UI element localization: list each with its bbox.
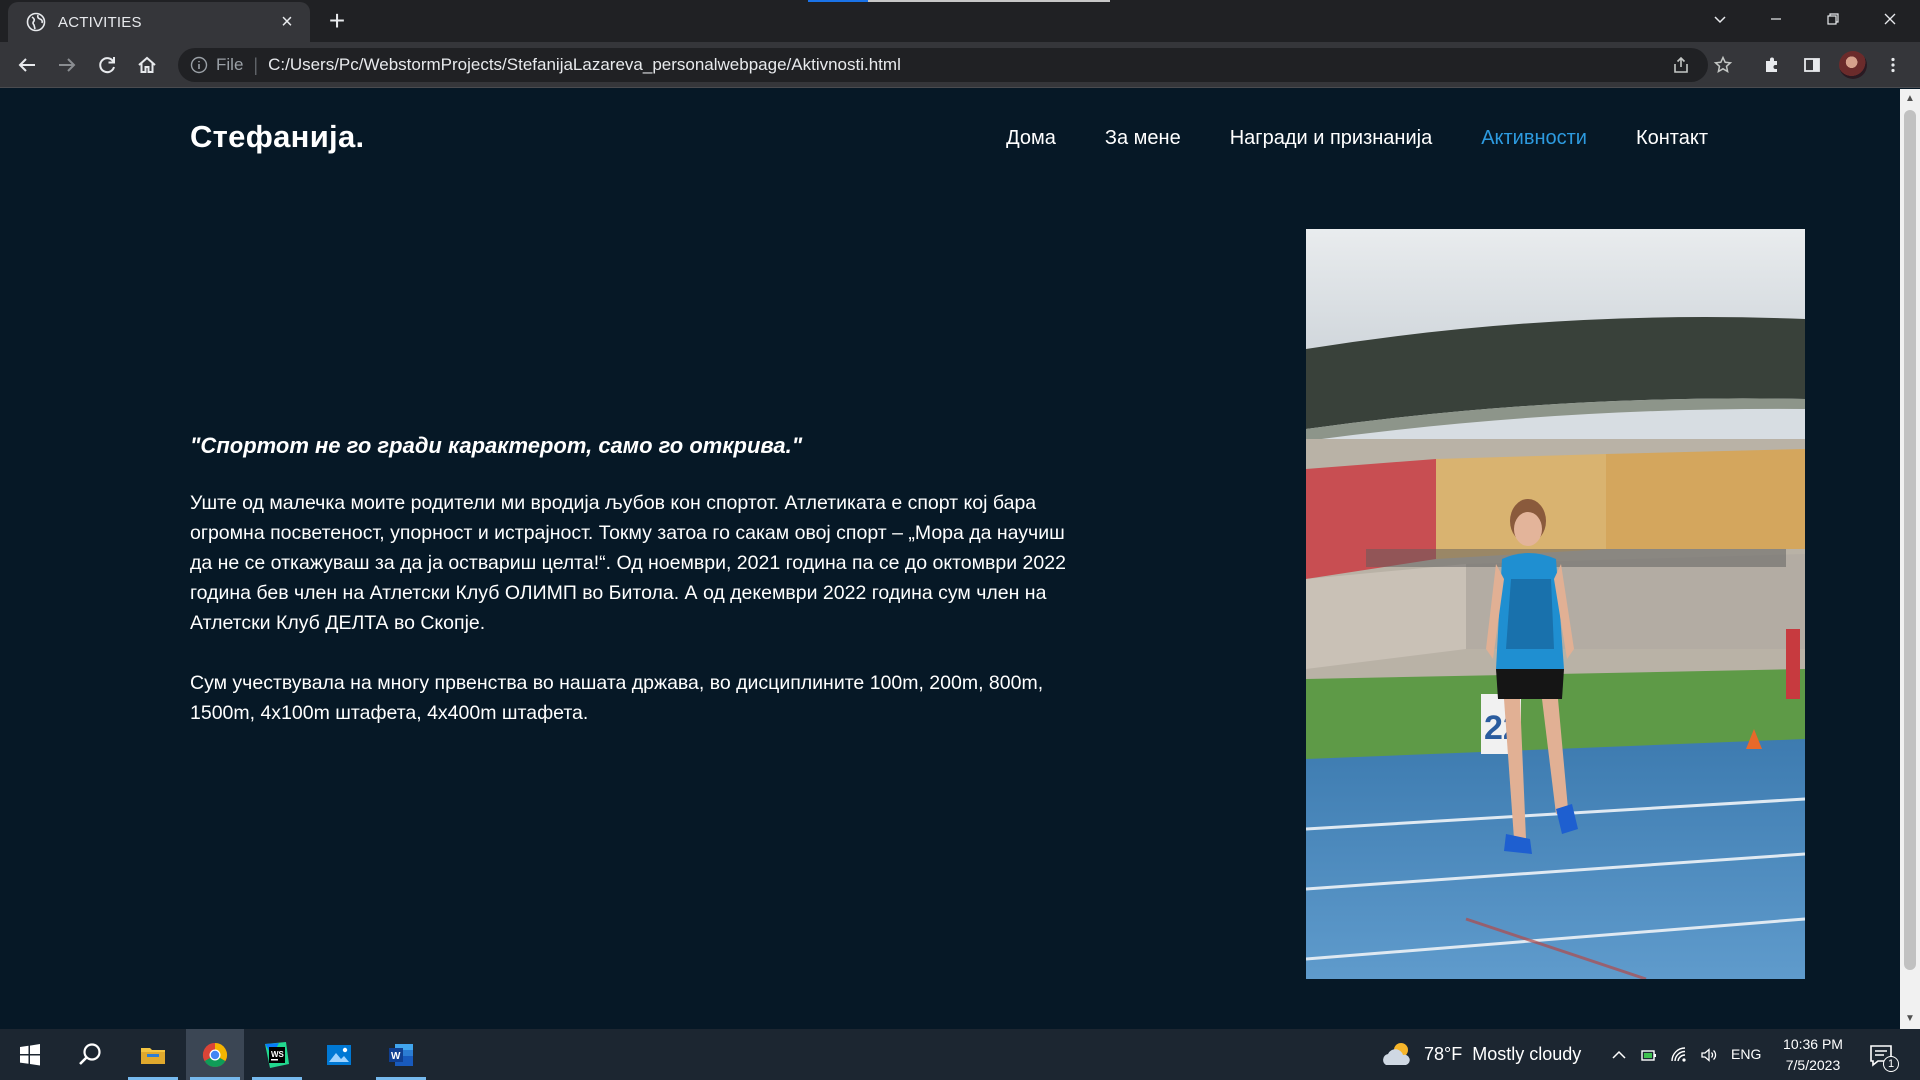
show-hidden-icons-button[interactable] [1606, 1029, 1632, 1080]
tab-search-button[interactable] [1692, 0, 1748, 38]
side-panel-button[interactable] [1795, 48, 1829, 82]
windows-logo-icon [20, 1043, 40, 1065]
address-url: C:/Users/Pc/WebstormProjects/StefanijaLa… [268, 55, 901, 74]
chrome-icon [202, 1042, 228, 1067]
volume-control[interactable] [1696, 1029, 1722, 1080]
nav-item-activities[interactable]: Активности [1481, 127, 1587, 150]
tab-title: ACTIVITIES [58, 13, 142, 31]
start-button[interactable] [1, 1029, 59, 1080]
windows-taskbar: WS W 78°F Mostly cloudy ENG 10:36 PM 7/5… [0, 1029, 1920, 1080]
site-nav: Дома За мене Награди и признанија Активн… [1006, 127, 1708, 150]
minimize-icon [1771, 18, 1781, 20]
clock-date: 7/5/2023 [1785, 1057, 1841, 1073]
browser-toolbar: File | C:/Users/Pc/WebstormProjects/Stef… [0, 42, 1920, 88]
quote: "Спортот не го гради карактерот, само го… [190, 433, 803, 458]
weather-widget[interactable]: 78°F Mostly cloudy [1380, 1029, 1581, 1080]
forward-button[interactable] [53, 51, 81, 79]
close-window-button[interactable] [1862, 0, 1918, 38]
folder-icon [141, 1047, 165, 1064]
new-tab-button[interactable]: + [322, 7, 352, 36]
input-language[interactable]: ENG [1731, 1046, 1761, 1062]
browser-tab-activities[interactable]: ACTIVITIES × [8, 2, 310, 42]
address-separator: | [253, 54, 259, 75]
profile-avatar[interactable] [1839, 51, 1867, 79]
more-vert-icon [1891, 57, 1895, 73]
nav-item-about[interactable]: За мене [1105, 127, 1181, 150]
globe-icon [26, 12, 46, 32]
system-clock[interactable]: 10:36 PM 7/5/2023 [1778, 1034, 1848, 1076]
network-status[interactable] [1666, 1029, 1692, 1080]
nav-item-home[interactable]: Дома [1006, 127, 1056, 150]
side-panel-icon [1804, 58, 1820, 72]
star-icon [1713, 55, 1733, 74]
restore-window-button[interactable] [1805, 0, 1861, 38]
reload-icon [99, 57, 115, 74]
site-logo[interactable]: Стефанија. [190, 119, 364, 155]
minimize-window-button[interactable] [1748, 0, 1804, 38]
partly-cloudy-icon [1383, 1042, 1410, 1065]
weather-temperature: 78°F [1424, 1044, 1463, 1064]
clock-time: 10:36 PM [1783, 1036, 1843, 1052]
address-bar[interactable]: File | C:/Users/Pc/WebstormProjects/Stef… [178, 48, 1708, 82]
browser-tab-strip: ACTIVITIES × + [0, 0, 1920, 42]
home-button[interactable] [133, 51, 161, 79]
photos-icon [327, 1044, 351, 1065]
nav-item-awards[interactable]: Награди и признанија [1230, 127, 1432, 150]
web-page: Стефанија. Дома За мене Награди и призна… [0, 89, 1900, 1029]
taskbar-webstorm[interactable]: WS [248, 1029, 306, 1080]
taskbar-word[interactable]: W [372, 1029, 430, 1080]
wifi-icon [1671, 1046, 1686, 1062]
webstorm-icon: WS [265, 1041, 289, 1068]
svg-text:WS: WS [271, 1050, 285, 1059]
reload-button[interactable] [93, 51, 121, 79]
arrow-left-icon [18, 58, 35, 72]
back-button[interactable] [13, 51, 41, 79]
battery-charging-icon [1641, 1049, 1656, 1061]
weather-condition: Mostly cloudy [1472, 1044, 1582, 1064]
activity-paragraph-1: Уште од малечка моите родители ми вродиј… [190, 492, 1066, 634]
restore-icon [1827, 13, 1839, 25]
battery-status[interactable] [1636, 1029, 1662, 1080]
word-icon: W [389, 1043, 413, 1066]
speaker-icon [1701, 1047, 1717, 1062]
search-button[interactable] [61, 1029, 119, 1080]
home-icon [138, 56, 156, 73]
browser-menu-button[interactable] [1876, 48, 1910, 82]
tab-loading-track [868, 0, 1110, 2]
taskbar-chrome[interactable] [186, 1029, 244, 1080]
close-tab-icon[interactable]: × [276, 12, 298, 32]
bookmark-button[interactable] [1706, 48, 1740, 82]
tab-loading-indicator [808, 0, 868, 2]
share-button[interactable] [1664, 48, 1698, 82]
share-icon [1674, 56, 1688, 73]
info-icon [190, 56, 208, 74]
taskbar-photos[interactable] [310, 1029, 368, 1080]
notification-count-badge: 1 [1883, 1056, 1899, 1072]
close-icon [1884, 13, 1896, 25]
puzzle-icon [1766, 57, 1777, 72]
taskbar-file-explorer[interactable] [124, 1029, 182, 1080]
extensions-button[interactable] [1755, 48, 1789, 82]
nav-item-contact[interactable]: Контакт [1636, 127, 1708, 150]
chevron-down-icon [1714, 16, 1726, 24]
activity-paragraph-2: Сум учествувала на многу првенства во на… [190, 672, 1044, 724]
scrollbar-thumb[interactable] [1904, 110, 1916, 970]
address-scheme: File [216, 55, 244, 74]
athlete-photo: 22 [1306, 229, 1805, 979]
scroll-up-arrow-icon[interactable]: ▲ [1904, 93, 1916, 105]
scroll-down-arrow-icon[interactable]: ▼ [1904, 1013, 1916, 1025]
svg-text:W: W [391, 1051, 401, 1062]
chevron-up-icon [1612, 1050, 1626, 1059]
arrow-right-icon [59, 58, 76, 72]
search-icon [79, 1042, 101, 1065]
